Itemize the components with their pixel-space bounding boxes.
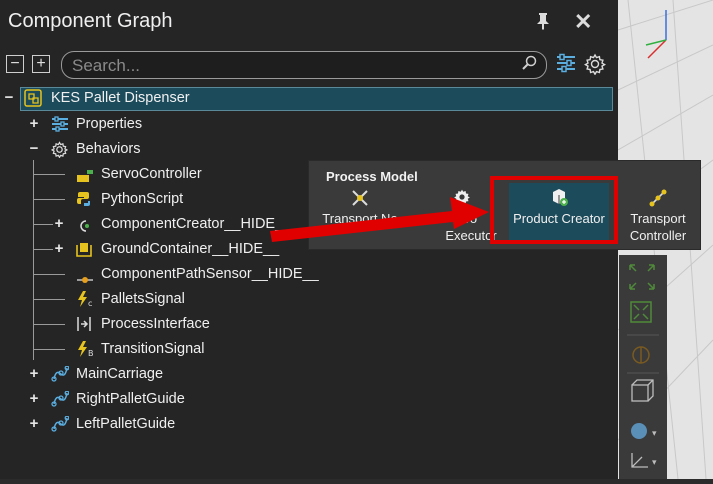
annotation-arrow [270,197,489,242]
